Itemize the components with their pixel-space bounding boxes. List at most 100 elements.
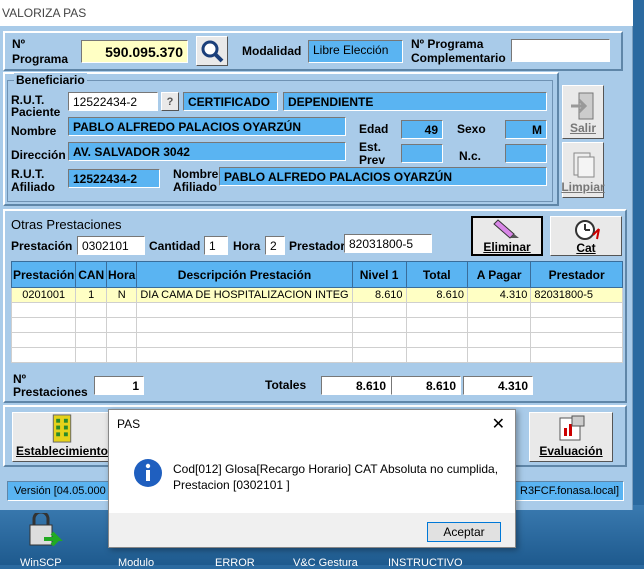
info-icon [134,459,162,487]
complementario-field[interactable] [511,39,610,62]
column-header-prestador[interactable]: Prestador [530,261,623,288]
rut-afiliado-label-2: Afiliado [11,180,55,194]
winscp-icon[interactable] [22,510,66,553]
dialog-message-line1: Cod[012] Glosa[Recargo Horario] CAT Abso… [173,462,499,476]
column-header-prestacion[interactable]: Prestación [10,261,77,288]
table-cell: 0201001 [10,287,77,303]
complementario-label-1: Nº Programa [411,37,484,51]
certificado-field: CERTIFICADO [183,92,278,111]
prestaciones-table[interactable]: Prestación CAN Hora Descripción Prestaci… [10,261,623,363]
rut-paciente-field[interactable]: 12522434-2 [68,92,158,111]
eliminar-button[interactable]: Eliminar [471,216,543,256]
n-prestaciones-label-1: Nº [13,372,27,386]
status-server: R3FCF.fonasa.local] [520,485,620,497]
salir-button[interactable]: Salir [562,85,604,139]
nc-field [505,144,547,163]
beneficiario-title: Beneficiario [14,73,87,87]
estprev-label-2: Prev [359,153,386,167]
desktop-label-instructivo: INSTRUCTIVO [388,557,463,569]
status-version: Versión [04.05.000 [14,485,106,497]
programa-field[interactable]: 590.095.370 [81,40,188,63]
table-cell: 4.310 [466,287,532,303]
nombre-afiliado-label-1: Nombre [173,167,219,181]
prestacion-label: Prestación [11,239,73,253]
eraser-pencil-icon [493,219,519,239]
total-pagar-field: 4.310 [463,376,533,395]
n-prestaciones-field: 1 [94,376,144,395]
table-cell: 1 [75,287,108,303]
n-prestaciones-label-2: Prestaciones [13,385,88,399]
establecimiento-label: Establecimiento [15,444,109,458]
window-title: VALORIZA PAS [0,0,633,26]
complementario-label-2: Complementario [411,51,506,65]
table-row-empty[interactable] [10,347,623,363]
cantidad-label: Cantidad [149,239,201,253]
evaluacion-button[interactable]: Evaluación [529,412,613,462]
prestador-field[interactable]: 82031800-5 [344,234,432,253]
table-header-row: Prestación CAN Hora Descripción Prestaci… [10,261,623,288]
edad-label: Edad [359,122,389,136]
limpiar-button[interactable]: Limpiar [561,142,605,198]
clear-page-icon [573,152,595,178]
column-header-descripcion[interactable]: Descripción Prestación [136,261,353,288]
programa-label: Programa [12,52,69,66]
prestacion-field[interactable]: 0302101 [77,236,145,255]
exit-door-icon [571,92,594,120]
dialog-message: Cod[012] Glosa[Recargo Horario] CAT Abso… [173,461,498,493]
column-header-can[interactable]: CAN [75,261,108,288]
dialog-close-button[interactable]: ✕ [492,414,505,434]
beneficiario-panel: Beneficiario R.U.T. Paciente 12522434-2 … [3,72,559,206]
eliminar-label: Eliminar [483,240,531,254]
total-nivel1-field: 8.610 [321,376,391,395]
building-icon [52,414,72,443]
evaluacion-label: Evaluación [539,444,603,458]
desktop-label-winscp: WinSCP [20,557,62,569]
rut-paciente-label-2: Paciente [11,105,61,119]
estprev-label-1: Est. [359,140,382,154]
table-cell: 8.610 [405,287,468,303]
programa-panel: Nº Programa 590.095.370 Modalidad Libre … [3,31,623,71]
hora-field[interactable]: 2 [265,236,285,255]
column-header-hora[interactable]: Hora [106,261,138,288]
cat-button[interactable]: Cat [550,216,622,256]
table-row[interactable]: 0201001 1 N DIA CAMA DE HOSPITALIZACION … [10,287,623,303]
nombre-afiliado-field: PABLO ALFREDO PALACIOS OYARZÚN [219,167,547,186]
dialog-footer: Aceptar [109,513,515,547]
search-button[interactable] [196,36,228,66]
table-cell: N [106,287,138,303]
table-row-empty[interactable] [10,332,623,348]
message-dialog: PAS ✕ Cod[012] Glosa[Recargo Horario] CA… [108,409,516,548]
modalidad-field: Libre Elección [308,40,403,63]
prestaciones-title: Otras Prestaciones [11,217,122,232]
limpiar-label: Limpiar [561,180,605,194]
sexo-label: Sexo [457,122,486,136]
estprev-field [401,144,443,163]
aceptar-button[interactable]: Aceptar [427,522,501,542]
totales-label: Totales [265,378,307,392]
rut-help-button[interactable]: ? [161,92,179,111]
table-row-empty[interactable] [10,317,623,333]
table-cell: 8.610 [351,287,407,303]
cat-clock-icon [575,220,600,240]
evaluation-report-icon [559,415,585,441]
nombre-label: Nombre [11,124,57,138]
salir-label: Salir [569,121,596,135]
nombre-field: PABLO ALFREDO PALACIOS OYARZÚN [68,117,346,136]
prestaciones-panel: Otras Prestaciones Prestación 0302101 Ca… [3,209,627,403]
desktop-label-modulo: Modulo [118,557,155,569]
direccion-label: Dirección [11,148,66,162]
column-header-a-pagar[interactable]: A Pagar [466,261,532,288]
table-row-empty[interactable] [10,302,623,318]
nc-label: N.c. [459,149,482,163]
cantidad-field[interactable]: 1 [204,236,228,255]
dialog-title: PAS [117,417,141,431]
column-header-total[interactable]: Total [405,261,468,288]
establecimiento-button[interactable]: Establecimiento [12,412,112,462]
rut-afiliado-field: 12522434-2 [68,169,160,188]
column-header-nivel1[interactable]: Nivel 1 [351,261,407,288]
programa-label-n: Nº [12,37,26,51]
table-cell: 82031800-5 [530,287,623,303]
desktop-label-error: ERROR [215,557,255,569]
total-total-field: 8.610 [391,376,461,395]
direccion-field: AV. SALVADOR 3042 [68,142,346,161]
